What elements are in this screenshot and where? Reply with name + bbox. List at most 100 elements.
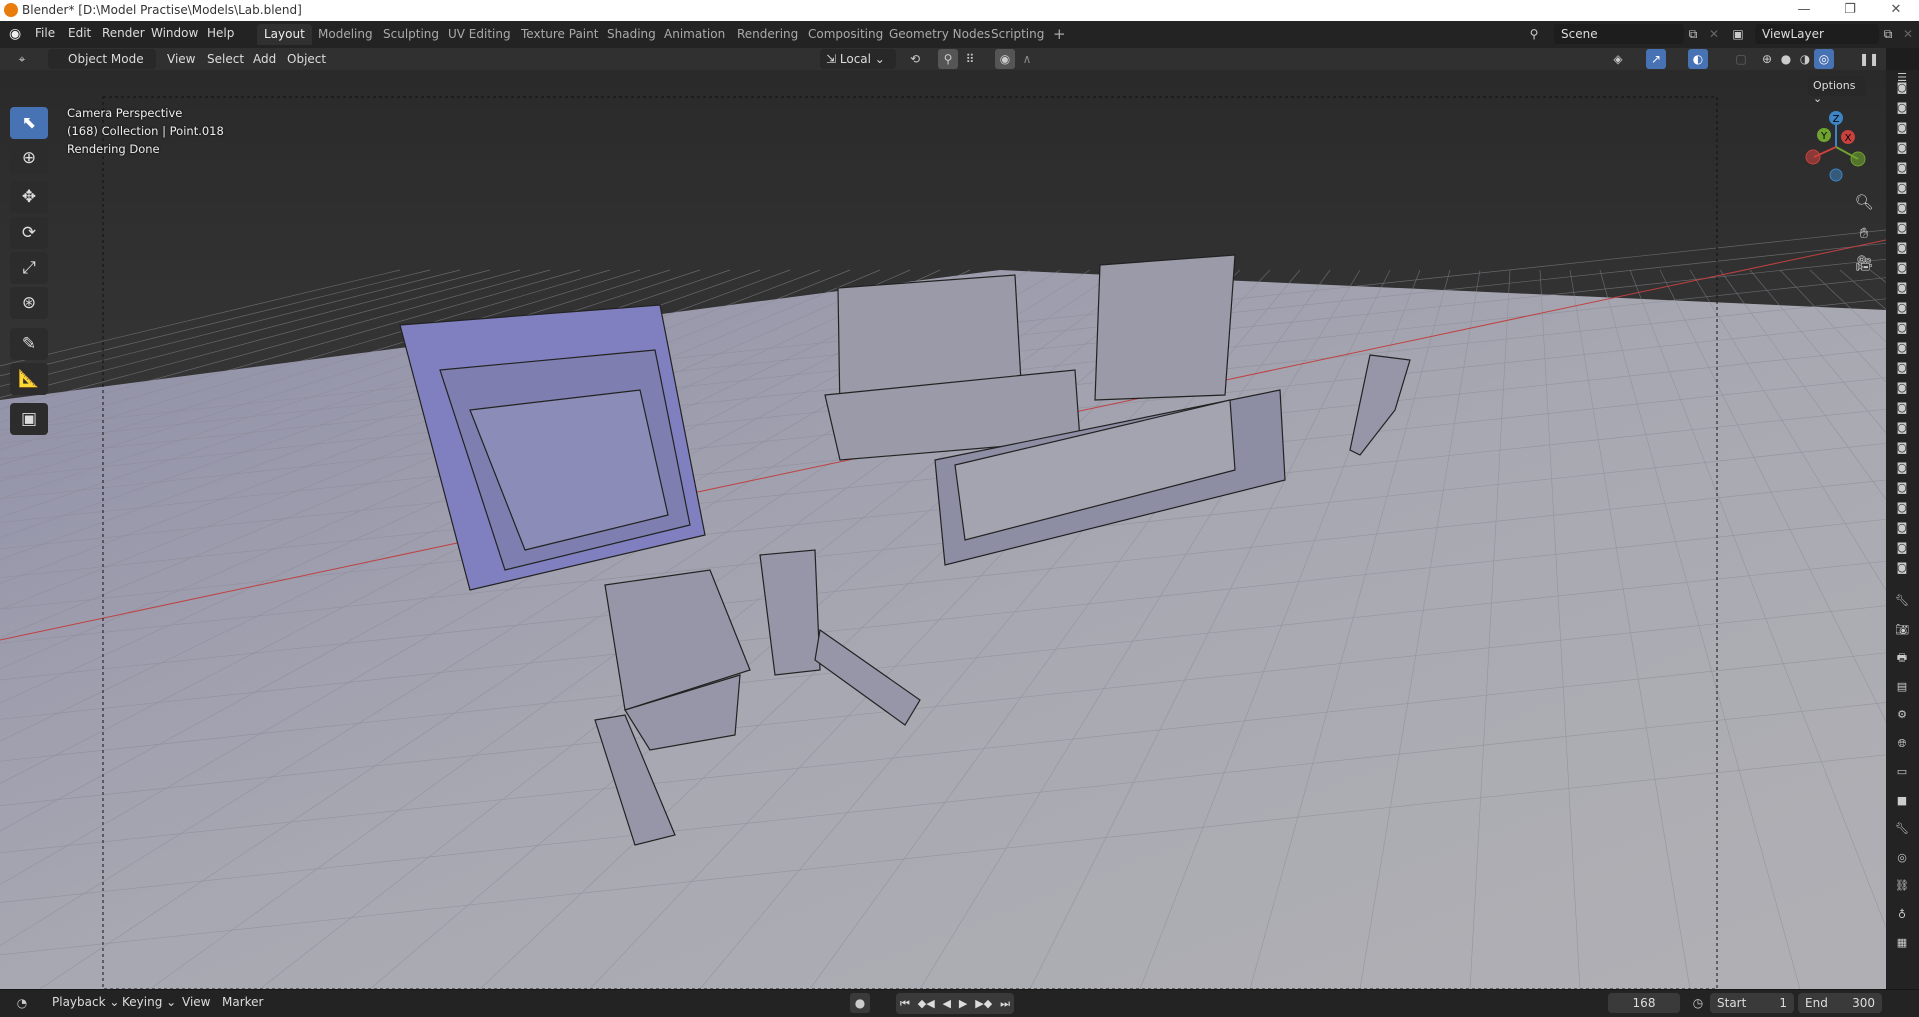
3d-viewport[interactable]: Camera Perspective (168) Collection | Po… bbox=[0, 70, 1886, 989]
add-cube-tool[interactable]: ▣ bbox=[10, 403, 48, 435]
outliner-camera-visibility-icon[interactable]: ◙ bbox=[1894, 520, 1910, 536]
outliner-camera-visibility-icon[interactable]: ◙ bbox=[1894, 560, 1910, 576]
outliner-camera-visibility-icon[interactable]: ◙ bbox=[1894, 540, 1910, 556]
play-reverse-icon[interactable]: ◀ bbox=[943, 997, 951, 1010]
output-properties-icon[interactable]: 🖶 bbox=[1894, 650, 1910, 666]
blender-menu-icon[interactable]: ◉ bbox=[9, 26, 21, 42]
outliner-camera-visibility-icon[interactable]: ◙ bbox=[1894, 120, 1910, 136]
outliner-camera-visibility-icon[interactable]: ◙ bbox=[1894, 280, 1910, 296]
add-workspace-button[interactable]: + bbox=[1046, 22, 1073, 43]
outliner-camera-visibility-icon[interactable]: ◙ bbox=[1894, 160, 1910, 176]
camera-view-icon[interactable]: 🎥︎ bbox=[1854, 253, 1874, 273]
outliner-camera-visibility-icon[interactable]: ◙ bbox=[1894, 360, 1910, 376]
snap-target-icon[interactable]: ⠿ bbox=[960, 49, 980, 69]
measure-tool[interactable]: 📐 bbox=[10, 363, 48, 395]
tab-modeling[interactable]: Modeling bbox=[311, 24, 380, 45]
editor-type-icon[interactable]: ⌖ bbox=[12, 49, 32, 69]
timeline-editor-type-icon[interactable]: ◔ bbox=[12, 993, 32, 1013]
navigation-gizmo[interactable]: Z Y X bbox=[1796, 107, 1876, 187]
outliner-camera-visibility-icon[interactable]: ◙ bbox=[1894, 140, 1910, 156]
tab-shading[interactable]: Shading bbox=[600, 24, 663, 45]
tab-rendering[interactable]: Rendering bbox=[730, 24, 805, 45]
world-properties-icon[interactable]: 🌐︎ bbox=[1894, 736, 1910, 752]
outliner-camera-visibility-icon[interactable]: ◙ bbox=[1894, 220, 1910, 236]
outliner-camera-visibility-icon[interactable]: ◙ bbox=[1894, 420, 1910, 436]
jump-end-icon[interactable]: ⏭ bbox=[1000, 997, 1010, 1011]
menu-window[interactable]: Window bbox=[151, 26, 198, 40]
options-dropdown[interactable]: Options ⌄ bbox=[1808, 76, 1866, 105]
minimize-button[interactable]: — bbox=[1781, 0, 1827, 21]
auto-keying-icon[interactable]: ● bbox=[850, 993, 870, 1013]
menu-select[interactable]: Select bbox=[201, 49, 250, 69]
close-button[interactable]: ✕ bbox=[1873, 0, 1919, 21]
tab-geometry-nodes[interactable]: Geometry Nodes bbox=[882, 24, 997, 45]
tool-properties-icon[interactable]: 🔧︎ bbox=[1894, 593, 1910, 609]
texture-properties-icon[interactable]: ▦ bbox=[1894, 935, 1910, 951]
snap-icon[interactable]: ⚲ bbox=[938, 49, 958, 69]
start-frame-field[interactable]: Start 1 bbox=[1710, 993, 1794, 1013]
rotate-tool[interactable]: ⟳ bbox=[10, 217, 48, 249]
delete-view-layer-icon[interactable]: ✕ bbox=[1898, 24, 1918, 44]
overlay-toggle-icon[interactable]: ◐ bbox=[1688, 49, 1708, 69]
outliner-camera-visibility-icon[interactable]: ◙ bbox=[1894, 200, 1910, 216]
collection-properties-icon[interactable]: ▭ bbox=[1894, 764, 1910, 780]
outliner-camera-visibility-icon[interactable]: ◙ bbox=[1894, 340, 1910, 356]
move-tool[interactable]: ✥ bbox=[10, 181, 48, 213]
preview-range-icon[interactable]: ◷ bbox=[1688, 993, 1708, 1013]
transform-tool[interactable]: ⊛ bbox=[10, 287, 48, 319]
play-icon[interactable]: ▶ bbox=[959, 997, 967, 1010]
jump-start-icon[interactable]: ⏮ bbox=[900, 997, 910, 1011]
timeline-view-menu[interactable]: View bbox=[182, 995, 210, 1009]
menu-file[interactable]: File bbox=[35, 26, 55, 40]
outliner-camera-visibility-icon[interactable]: ◙ bbox=[1894, 320, 1910, 336]
outliner-camera-visibility-icon[interactable]: ◙ bbox=[1894, 300, 1910, 316]
render-properties-icon[interactable]: 📷︎ bbox=[1894, 622, 1910, 638]
view-layer-selector-icon[interactable]: ▣ bbox=[1728, 24, 1748, 44]
pause-render-icon[interactable]: ❚❚ bbox=[1859, 49, 1879, 69]
current-frame-field[interactable]: 168 bbox=[1608, 993, 1680, 1013]
tab-compositing[interactable]: Compositing bbox=[801, 24, 890, 45]
scene-selector-icon[interactable]: ⚲ bbox=[1524, 24, 1544, 44]
material-shading-icon[interactable]: ◑ bbox=[1795, 49, 1815, 69]
playback-menu[interactable]: Playback ⌄ bbox=[52, 995, 119, 1009]
view-layer-properties-icon[interactable]: ▤ bbox=[1894, 679, 1910, 695]
new-view-layer-icon[interactable]: ⧉ bbox=[1878, 24, 1898, 44]
outliner-camera-visibility-icon[interactable]: ◙ bbox=[1894, 80, 1910, 96]
outliner-camera-visibility-icon[interactable]: ◙ bbox=[1894, 180, 1910, 196]
menu-view[interactable]: View bbox=[161, 49, 201, 69]
proportional-edit-icon[interactable]: ◉ bbox=[995, 49, 1015, 69]
outliner-camera-visibility-icon[interactable]: ◙ bbox=[1894, 500, 1910, 516]
scale-tool[interactable]: ⤢ bbox=[10, 252, 48, 284]
pan-view-icon[interactable]: ✋︎ bbox=[1854, 223, 1874, 243]
menu-render[interactable]: Render bbox=[102, 26, 145, 40]
menu-edit[interactable]: Edit bbox=[68, 26, 91, 40]
menu-add[interactable]: Add bbox=[247, 49, 282, 69]
prev-keyframe-icon[interactable]: ◆◀ bbox=[918, 997, 935, 1010]
constraint-properties-icon[interactable]: ⛓ bbox=[1894, 878, 1910, 894]
select-box-tool[interactable]: ⬉ bbox=[10, 107, 48, 139]
keying-menu[interactable]: Keying ⌄ bbox=[122, 995, 176, 1009]
outliner-camera-visibility-icon[interactable]: ◙ bbox=[1894, 440, 1910, 456]
outliner-camera-visibility-icon[interactable]: ◙ bbox=[1894, 240, 1910, 256]
tab-texture-paint[interactable]: Texture Paint bbox=[514, 24, 605, 45]
tab-layout[interactable]: Layout bbox=[257, 24, 312, 45]
mode-dropdown[interactable]: Object Mode ⌄ bbox=[48, 49, 156, 80]
scene-properties-icon[interactable]: ⚙ bbox=[1894, 707, 1910, 723]
outliner-camera-visibility-icon[interactable]: ◙ bbox=[1894, 400, 1910, 416]
object-properties-icon[interactable]: ■ bbox=[1894, 793, 1910, 809]
menu-object[interactable]: Object bbox=[281, 49, 332, 69]
solid-shading-icon[interactable]: ● bbox=[1776, 49, 1796, 69]
marker-menu[interactable]: Marker bbox=[222, 995, 263, 1009]
new-scene-icon[interactable]: ⧉ bbox=[1683, 24, 1703, 44]
modifier-properties-icon[interactable]: 🔧︎ bbox=[1894, 821, 1910, 837]
restore-button[interactable]: ❐ bbox=[1827, 0, 1873, 21]
delete-scene-icon[interactable]: ✕ bbox=[1704, 24, 1724, 44]
outliner-camera-visibility-icon[interactable]: ◙ bbox=[1894, 480, 1910, 496]
end-frame-field[interactable]: End 300 bbox=[1798, 993, 1882, 1013]
scene-name-field[interactable]: Scene bbox=[1554, 24, 1684, 44]
xray-toggle-icon[interactable]: ▢ bbox=[1731, 49, 1751, 69]
outliner-camera-visibility-icon[interactable]: ◙ bbox=[1894, 460, 1910, 476]
outliner-camera-visibility-icon[interactable]: ◙ bbox=[1894, 380, 1910, 396]
view-layer-field[interactable]: ViewLayer bbox=[1755, 24, 1879, 44]
wireframe-shading-icon[interactable]: ⊕ bbox=[1757, 49, 1777, 69]
